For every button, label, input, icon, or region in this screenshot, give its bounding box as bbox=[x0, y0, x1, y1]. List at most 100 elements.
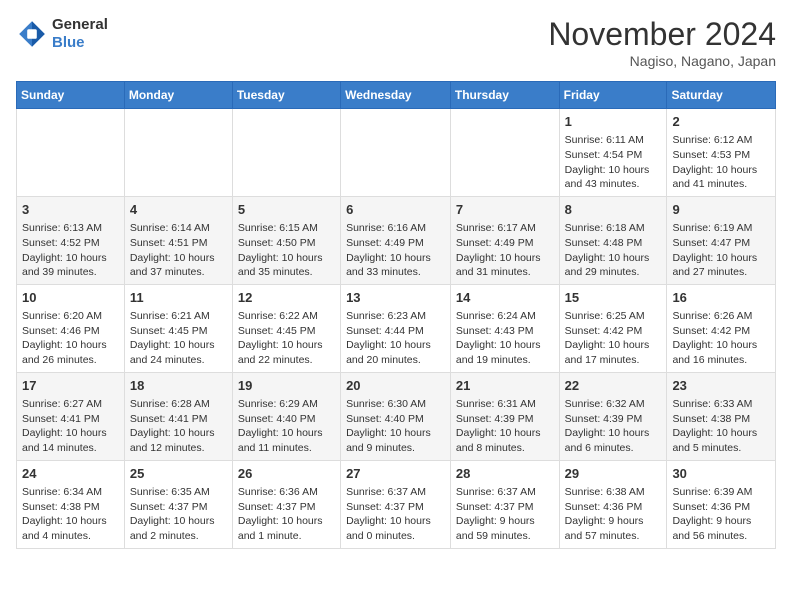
calendar-cell: 1 Sunrise: 6:11 AM Sunset: 4:54 PM Daylig… bbox=[559, 109, 667, 197]
cell-content: Sunrise: 6:37 AM Sunset: 4:37 PM Dayligh… bbox=[346, 485, 445, 544]
calendar-cell: 24Sunrise: 6:34 AM Sunset: 4:38 PM Dayli… bbox=[17, 460, 125, 548]
cell-content: Sunrise: 6:27 AM Sunset: 4:41 PM Dayligh… bbox=[22, 397, 119, 456]
day-number: 4 bbox=[130, 201, 227, 219]
calendar-cell: 11 Sunrise: 6:21 AM Sunset: 4:45 PM Dayli… bbox=[124, 284, 232, 372]
day-number: 12 bbox=[238, 289, 335, 307]
logo-icon bbox=[16, 18, 48, 50]
calendar-cell: 30Sunrise: 6:39 AM Sunset: 4:36 PM Dayli… bbox=[667, 460, 776, 548]
day-number: 10 bbox=[22, 289, 119, 307]
logo: General Blue bbox=[16, 16, 108, 52]
calendar-cell: 20Sunrise: 6:30 AM Sunset: 4:40 PM Dayli… bbox=[341, 372, 451, 460]
calendar-cell bbox=[17, 109, 125, 197]
calendar-cell: 5 Sunrise: 6:15 AM Sunset: 4:50 PM Daylig… bbox=[232, 196, 340, 284]
calendar-cell bbox=[124, 109, 232, 197]
cell-content: Sunrise: 6:11 AM Sunset: 4:54 PM Dayligh… bbox=[565, 133, 662, 192]
cell-content: Sunrise: 6:23 AM Sunset: 4:44 PM Dayligh… bbox=[346, 309, 445, 368]
calendar-cell: 29 Sunrise: 6:38 AM Sunset: 4:36 PM Dayli… bbox=[559, 460, 667, 548]
day-number: 9 bbox=[672, 201, 770, 219]
cell-content: Sunrise: 6:37 AM Sunset: 4:37 PM Dayligh… bbox=[456, 485, 554, 544]
cell-content: Sunrise: 6:21 AM Sunset: 4:45 PM Dayligh… bbox=[130, 309, 227, 368]
calendar-cell: 9Sunrise: 6:19 AM Sunset: 4:47 PM Daylig… bbox=[667, 196, 776, 284]
day-number: 18 bbox=[130, 377, 227, 395]
day-number: 2 bbox=[672, 113, 770, 131]
day-number: 19 bbox=[238, 377, 335, 395]
cell-content: Sunrise: 6:25 AM Sunset: 4:42 PM Dayligh… bbox=[565, 309, 662, 368]
calendar-header: SundayMondayTuesdayWednesdayThursdayFrid… bbox=[17, 82, 776, 109]
day-number: 25 bbox=[130, 465, 227, 483]
calendar-cell: 7 Sunrise: 6:17 AM Sunset: 4:49 PM Daylig… bbox=[450, 196, 559, 284]
calendar-cell: 15 Sunrise: 6:25 AM Sunset: 4:42 PM Dayli… bbox=[559, 284, 667, 372]
cell-content: Sunrise: 6:39 AM Sunset: 4:36 PM Dayligh… bbox=[672, 485, 770, 544]
calendar-cell bbox=[232, 109, 340, 197]
day-number: 15 bbox=[565, 289, 662, 307]
cell-content: Sunrise: 6:13 AM Sunset: 4:52 PM Dayligh… bbox=[22, 221, 119, 280]
calendar-body: 1 Sunrise: 6:11 AM Sunset: 4:54 PM Daylig… bbox=[17, 109, 776, 549]
title-block: November 2024 Nagiso, Nagano, Japan bbox=[548, 16, 776, 69]
calendar-cell: 17Sunrise: 6:27 AM Sunset: 4:41 PM Dayli… bbox=[17, 372, 125, 460]
week-row-4: 24Sunrise: 6:34 AM Sunset: 4:38 PM Dayli… bbox=[17, 460, 776, 548]
week-row-2: 10Sunrise: 6:20 AM Sunset: 4:46 PM Dayli… bbox=[17, 284, 776, 372]
cell-content: Sunrise: 6:15 AM Sunset: 4:50 PM Dayligh… bbox=[238, 221, 335, 280]
calendar-cell: 12 Sunrise: 6:22 AM Sunset: 4:45 PM Dayli… bbox=[232, 284, 340, 372]
day-number: 22 bbox=[565, 377, 662, 395]
cell-content: Sunrise: 6:18 AM Sunset: 4:48 PM Dayligh… bbox=[565, 221, 662, 280]
calendar-cell: 3 Sunrise: 6:13 AM Sunset: 4:52 PM Daylig… bbox=[17, 196, 125, 284]
cell-content: Sunrise: 6:17 AM Sunset: 4:49 PM Dayligh… bbox=[456, 221, 554, 280]
cell-content: Sunrise: 6:36 AM Sunset: 4:37 PM Dayligh… bbox=[238, 485, 335, 544]
calendar-table: SundayMondayTuesdayWednesdayThursdayFrid… bbox=[16, 81, 776, 549]
logo-text: General Blue bbox=[52, 16, 108, 52]
calendar-cell: 10Sunrise: 6:20 AM Sunset: 4:46 PM Dayli… bbox=[17, 284, 125, 372]
day-number: 5 bbox=[238, 201, 335, 219]
day-number: 8 bbox=[565, 201, 662, 219]
cell-content: Sunrise: 6:22 AM Sunset: 4:45 PM Dayligh… bbox=[238, 309, 335, 368]
calendar-cell: 8 Sunrise: 6:18 AM Sunset: 4:48 PM Daylig… bbox=[559, 196, 667, 284]
calendar-cell: 22Sunrise: 6:32 AM Sunset: 4:39 PM Dayli… bbox=[559, 372, 667, 460]
day-number: 14 bbox=[456, 289, 554, 307]
day-number: 13 bbox=[346, 289, 445, 307]
day-number: 27 bbox=[346, 465, 445, 483]
day-number: 24 bbox=[22, 465, 119, 483]
calendar-cell: 18Sunrise: 6:28 AM Sunset: 4:41 PM Dayli… bbox=[124, 372, 232, 460]
calendar-cell: 25 Sunrise: 6:35 AM Sunset: 4:37 PM Dayli… bbox=[124, 460, 232, 548]
week-row-1: 3 Sunrise: 6:13 AM Sunset: 4:52 PM Daylig… bbox=[17, 196, 776, 284]
cell-content: Sunrise: 6:26 AM Sunset: 4:42 PM Dayligh… bbox=[672, 309, 770, 368]
logo-blue: Blue bbox=[52, 34, 85, 51]
calendar-cell: 13 Sunrise: 6:23 AM Sunset: 4:44 PM Dayli… bbox=[341, 284, 451, 372]
calendar-cell bbox=[341, 109, 451, 197]
header-day-saturday: Saturday bbox=[667, 82, 776, 109]
header-day-monday: Monday bbox=[124, 82, 232, 109]
calendar-cell: 28Sunrise: 6:37 AM Sunset: 4:37 PM Dayli… bbox=[450, 460, 559, 548]
calendar-cell: 6Sunrise: 6:16 AM Sunset: 4:49 PM Daylig… bbox=[341, 196, 451, 284]
day-number: 3 bbox=[22, 201, 119, 219]
cell-content: Sunrise: 6:29 AM Sunset: 4:40 PM Dayligh… bbox=[238, 397, 335, 456]
cell-content: Sunrise: 6:24 AM Sunset: 4:43 PM Dayligh… bbox=[456, 309, 554, 368]
day-number: 7 bbox=[456, 201, 554, 219]
logo-general: General bbox=[52, 16, 108, 33]
day-number: 21 bbox=[456, 377, 554, 395]
month-title: November 2024 bbox=[548, 16, 776, 53]
calendar-cell: 19 Sunrise: 6:29 AM Sunset: 4:40 PM Dayli… bbox=[232, 372, 340, 460]
calendar-cell: 21 Sunrise: 6:31 AM Sunset: 4:39 PM Dayli… bbox=[450, 372, 559, 460]
location: Nagiso, Nagano, Japan bbox=[548, 53, 776, 69]
cell-content: Sunrise: 6:31 AM Sunset: 4:39 PM Dayligh… bbox=[456, 397, 554, 456]
cell-content: Sunrise: 6:35 AM Sunset: 4:37 PM Dayligh… bbox=[130, 485, 227, 544]
header-day-tuesday: Tuesday bbox=[232, 82, 340, 109]
cell-content: Sunrise: 6:38 AM Sunset: 4:36 PM Dayligh… bbox=[565, 485, 662, 544]
day-number: 1 bbox=[565, 113, 662, 131]
cell-content: Sunrise: 6:33 AM Sunset: 4:38 PM Dayligh… bbox=[672, 397, 770, 456]
week-row-3: 17Sunrise: 6:27 AM Sunset: 4:41 PM Dayli… bbox=[17, 372, 776, 460]
day-number: 29 bbox=[565, 465, 662, 483]
calendar-cell: 27 Sunrise: 6:37 AM Sunset: 4:37 PM Dayli… bbox=[341, 460, 451, 548]
calendar-cell bbox=[450, 109, 559, 197]
header-day-friday: Friday bbox=[559, 82, 667, 109]
header-day-sunday: Sunday bbox=[17, 82, 125, 109]
cell-content: Sunrise: 6:30 AM Sunset: 4:40 PM Dayligh… bbox=[346, 397, 445, 456]
header-day-thursday: Thursday bbox=[450, 82, 559, 109]
day-number: 11 bbox=[130, 289, 227, 307]
calendar-cell: 2Sunrise: 6:12 AM Sunset: 4:53 PM Daylig… bbox=[667, 109, 776, 197]
day-number: 16 bbox=[672, 289, 770, 307]
calendar-cell: 4Sunrise: 6:14 AM Sunset: 4:51 PM Daylig… bbox=[124, 196, 232, 284]
calendar-cell: 23Sunrise: 6:33 AM Sunset: 4:38 PM Dayli… bbox=[667, 372, 776, 460]
calendar-cell: 14 Sunrise: 6:24 AM Sunset: 4:43 PM Dayli… bbox=[450, 284, 559, 372]
day-number: 6 bbox=[346, 201, 445, 219]
